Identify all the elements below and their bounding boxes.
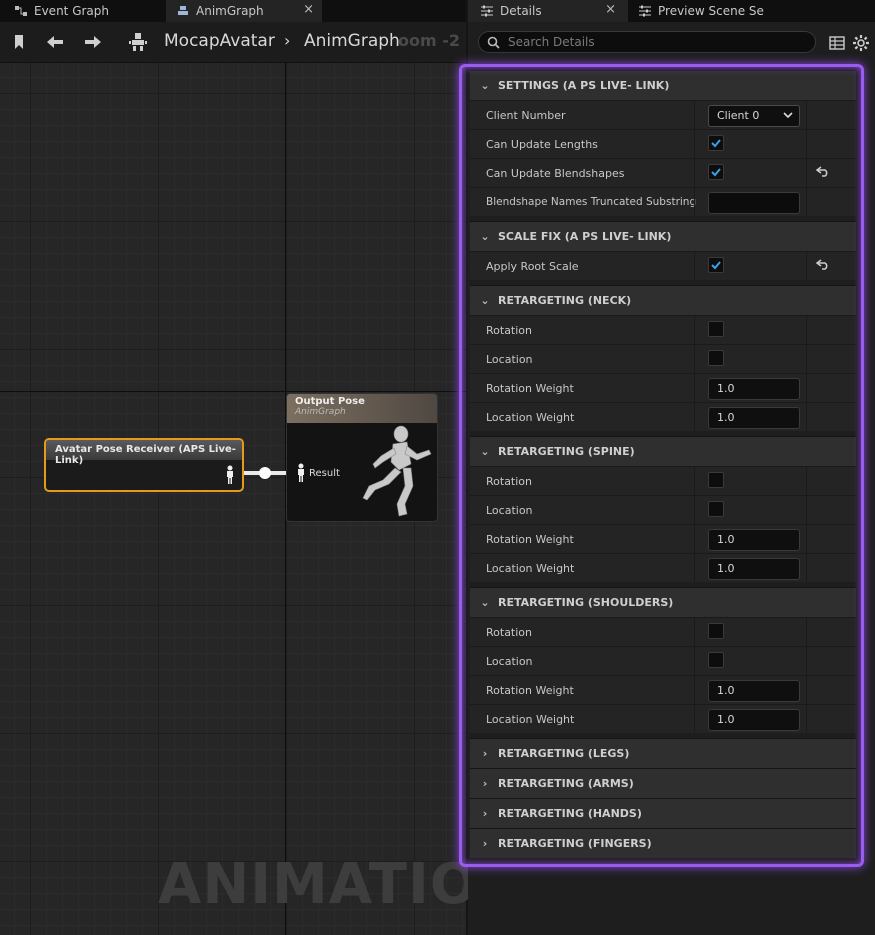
blueprint-avatar-button[interactable] [126, 30, 150, 54]
result-pin-label: Result [309, 468, 340, 479]
breadcrumb-chevron-icon: › [284, 31, 291, 50]
skeleton-mesh-icon [129, 33, 147, 51]
anim-graph-icon [178, 6, 188, 15]
node-title: Avatar Pose Receiver (APS Live-Link) [46, 440, 242, 466]
details-sliders-icon [481, 5, 493, 17]
bookmark-button[interactable] [6, 30, 32, 54]
running-mannequin-icon [362, 425, 432, 517]
output-pose-header: Output Pose AnimGraph [287, 394, 437, 423]
pose-output-pin-icon[interactable] [224, 465, 236, 485]
tab-preview-scene-settings[interactable]: Preview Scene Se [638, 0, 764, 22]
back-button[interactable] [42, 30, 68, 54]
tab-event-graph[interactable]: Event Graph [14, 0, 109, 22]
node-title: Output Pose [295, 396, 365, 407]
tab-label: Event Graph [34, 4, 109, 18]
output-pose-node[interactable]: Output Pose AnimGraph Result [286, 393, 438, 522]
avatar-pose-receiver-node[interactable]: Avatar Pose Receiver (APS Live-Link) [44, 438, 244, 492]
bookmark-icon [15, 35, 23, 49]
settings-gear-icon[interactable] [852, 34, 870, 52]
arrow-left-icon [47, 36, 63, 48]
tab-label: Preview Scene Se [658, 4, 764, 18]
graph-tab-bar: Event Graph AnimGraph × [0, 0, 466, 22]
details-tab-bar: Details × Preview Scene Se [468, 0, 875, 22]
tab-label: Details [500, 4, 542, 18]
close-tab-icon[interactable]: × [303, 2, 314, 17]
property-matrix-icon[interactable] [829, 35, 845, 51]
search-placeholder: Search Details [508, 35, 595, 49]
pose-input-pin-icon[interactable] [295, 463, 307, 483]
wire-knot[interactable] [259, 467, 271, 479]
search-icon [487, 36, 500, 49]
search-details-input[interactable]: Search Details [478, 31, 816, 53]
graph-origin-horizontal [0, 391, 466, 392]
node-subtitle: AnimGraph [295, 407, 346, 417]
close-tab-icon[interactable]: × [605, 2, 616, 17]
details-highlight-frame [459, 64, 864, 867]
arrow-right-icon [85, 36, 101, 48]
tab-details[interactable]: Details × [468, 0, 628, 22]
tab-anim-graph[interactable]: AnimGraph × [166, 0, 322, 22]
breadcrumb-current[interactable]: AnimGraph [304, 31, 400, 51]
zoom-readout: oom -2 [398, 31, 460, 50]
tab-label: AnimGraph [196, 4, 264, 18]
graph-toolbar: MocapAvatar › AnimGraph oom -2 [0, 22, 466, 63]
event-graph-icon [15, 6, 27, 16]
preview-sliders-icon [639, 5, 651, 17]
breadcrumb-root[interactable]: MocapAvatar [164, 31, 275, 51]
forward-button[interactable] [80, 30, 106, 54]
